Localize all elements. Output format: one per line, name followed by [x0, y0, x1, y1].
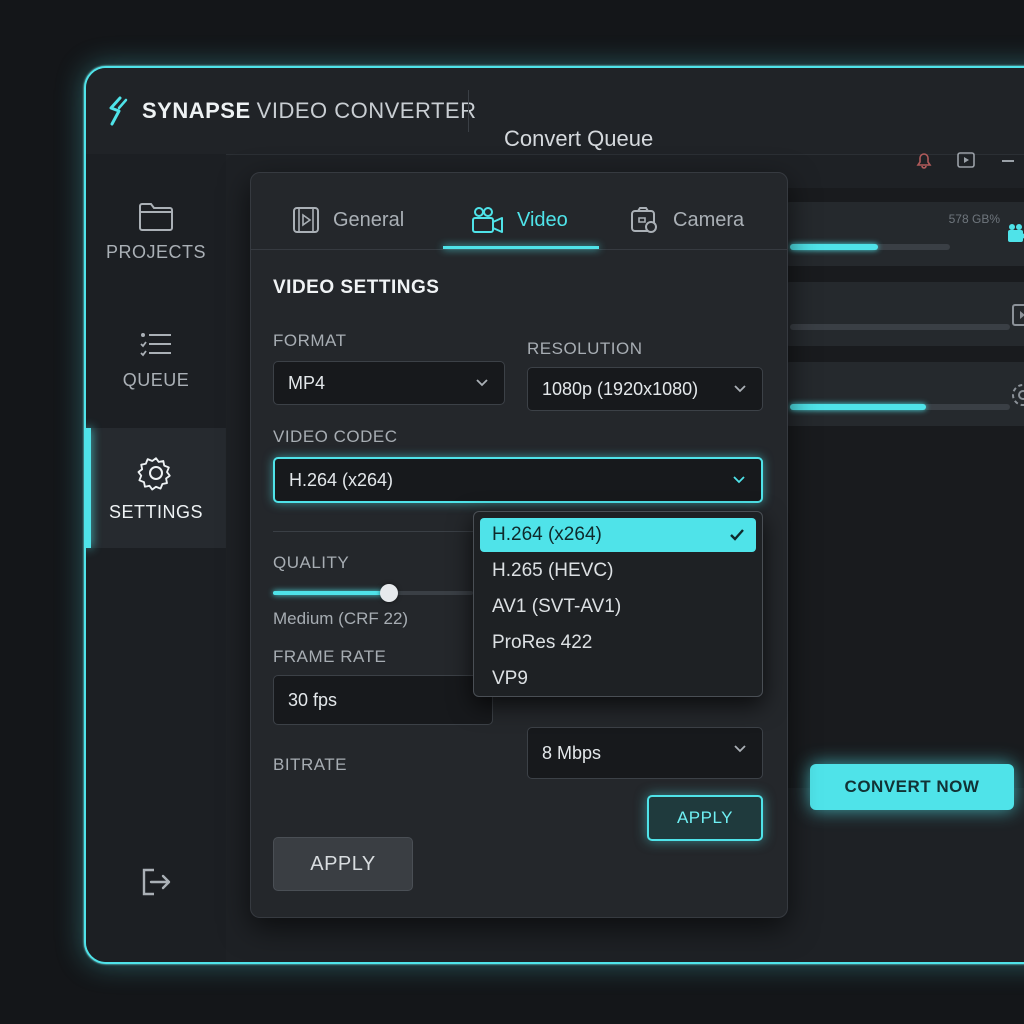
sidebar-item-projects[interactable]: PROJECTS [86, 176, 226, 286]
page-title: Convert Queue [504, 126, 654, 151]
format-value: MP4 [288, 372, 326, 393]
video-codec-value: H.264 (x264) [289, 469, 394, 490]
codec-option-label: H.264 (x264) [492, 524, 602, 545]
bitrate-value: 8 Mbps [542, 742, 602, 763]
frame-rate-label: FRAME RATE [273, 647, 387, 666]
sidebar-item-queue[interactable]: QUEUE [86, 304, 226, 414]
stage: SYNAPSE VIDEO CONVERTER Convert Queue PRO… [0, 0, 1024, 1024]
quality-slider[interactable] [273, 584, 473, 602]
sidebar-item-label: QUEUE [122, 369, 190, 390]
frame-rate-select[interactable]: 30 fps [273, 675, 493, 725]
bell-icon[interactable] [912, 148, 936, 172]
format-label: FORMAT [273, 331, 347, 350]
codec-option-label: H.265 (HEVC) [492, 560, 614, 581]
codec-option-label: VP9 [492, 668, 528, 689]
bitrate-select[interactable]: 8 Mbps [527, 727, 763, 779]
codec-option[interactable]: H.264 (x264) [480, 518, 756, 552]
codec-option[interactable]: AV1 (SVT-AV1) [480, 590, 756, 624]
apply-button-secondary[interactable]: APPLY [647, 795, 763, 841]
film-icon [293, 207, 319, 233]
resolution-select[interactable]: 1080p (1920x1080) [527, 367, 763, 411]
title-bar: SYNAPSE VIDEO CONVERTER Convert Queue [86, 68, 1024, 155]
queue-row-progress [790, 404, 1010, 410]
sidebar-item-settings[interactable]: SETTINGS [86, 428, 226, 548]
tab-label: Video [517, 208, 568, 231]
settings-tabs: General Video Camera [251, 173, 787, 250]
codec-option-label: AV1 (SVT-AV1) [492, 596, 622, 617]
convert-now-button[interactable]: CONVERT NOW [810, 764, 1014, 810]
queue-row[interactable]: ⋮ [784, 362, 1024, 426]
tab-camera[interactable]: Camera [629, 191, 744, 249]
chevron-down-icon [476, 379, 488, 387]
settings-panel: General Video Camera VIDEO SETTINGS FORM… [250, 172, 788, 918]
synapse-logo-icon [109, 96, 128, 126]
sidebar: PROJECTS QUEUE SETTINGS [86, 154, 226, 962]
bitrate-label: BITRATE [273, 755, 348, 774]
codec-option[interactable]: ProRes 422 [480, 626, 756, 660]
section-title: VIDEO SETTINGS [273, 277, 440, 298]
codec-option[interactable]: VP9 [480, 662, 756, 696]
queue-row[interactable]: ⋮ [784, 282, 1024, 346]
divider [273, 531, 473, 532]
video-codec-label: VIDEO CODEC [273, 427, 398, 446]
active-tab-indicator [443, 246, 599, 249]
brand-subtitle: VIDEO CONVERTER [256, 98, 477, 123]
codec-option-label: ProRes 422 [492, 632, 593, 653]
gear-icon[interactable] [1010, 382, 1024, 408]
tab-label: General [333, 208, 405, 231]
queue-row-progress [790, 244, 950, 250]
codec-option[interactable]: H.265 (HEVC) [480, 554, 756, 588]
tab-label: Camera [673, 208, 745, 231]
queue-panel: 578 GB% ⋮ ⋮ [776, 188, 1024, 788]
frame-rate-value: 30 fps [288, 689, 338, 710]
media-icon[interactable] [954, 148, 978, 172]
video-camera-icon[interactable] [1006, 222, 1024, 248]
list-icon [140, 332, 171, 356]
sidebar-item-label: PROJECTS [105, 241, 206, 262]
gear-icon [137, 456, 171, 490]
app-window: SYNAPSE VIDEO CONVERTER Convert Queue PRO… [84, 66, 1024, 964]
tab-general[interactable]: General [291, 191, 404, 249]
camera-icon [631, 207, 657, 233]
queue-row-progress-fill [790, 404, 927, 410]
quality-slider-thumb[interactable] [380, 584, 398, 602]
apply-button[interactable]: APPLY [273, 837, 413, 891]
format-select[interactable]: MP4 [273, 361, 505, 405]
queue-row-progress [790, 324, 1010, 330]
brand-name: SYNAPSE [142, 98, 251, 123]
chevron-down-icon [734, 745, 746, 753]
quality-label: QUALITY [273, 553, 350, 572]
chevron-down-icon [733, 476, 745, 484]
media-file-icon[interactable] [1010, 302, 1024, 328]
window-controls [912, 148, 1024, 172]
minimize-icon[interactable] [996, 148, 1020, 172]
queue-row[interactable]: 578 GB% [784, 202, 1024, 266]
folder-icon [139, 202, 173, 231]
codec-dropdown-menu: H.264 (x264) H.265 (HEVC) AV1 (SVT-AV1) … [473, 511, 763, 697]
checkmark-icon [730, 529, 744, 541]
tab-video[interactable]: Video [471, 191, 568, 249]
title-separator [468, 90, 469, 132]
queue-row-progress-fill [790, 244, 878, 250]
resolution-value: 1080p (1920x1080) [542, 378, 699, 399]
logout-icon[interactable] [136, 862, 176, 902]
chevron-down-icon [734, 385, 746, 393]
sidebar-item-label: SETTINGS [108, 501, 203, 522]
queue-row-size: 578 GB% [948, 212, 1000, 226]
quality-slider-fill [273, 591, 389, 595]
video-camera-icon [472, 207, 503, 233]
video-codec-select[interactable]: H.264 (x264) [273, 457, 763, 503]
quality-value: Medium (CRF 22) [273, 609, 409, 628]
brand: SYNAPSE VIDEO CONVERTER [106, 96, 476, 126]
resolution-label: RESOLUTION [527, 339, 643, 358]
